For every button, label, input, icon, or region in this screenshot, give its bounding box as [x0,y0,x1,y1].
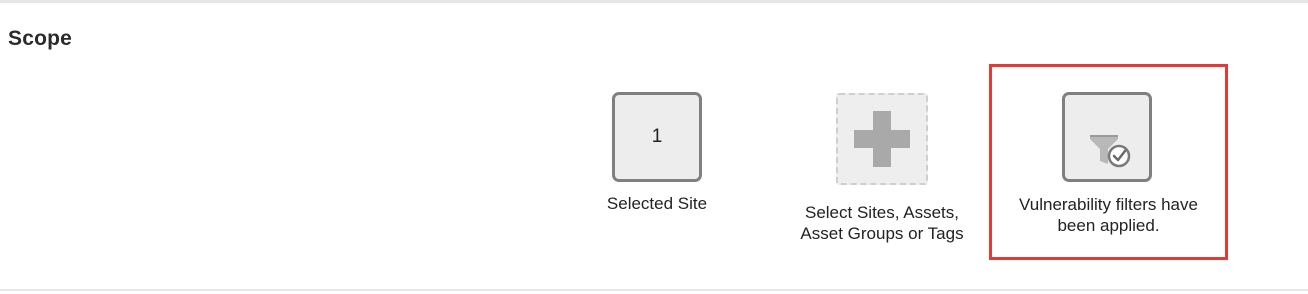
selected-site-label: Selected Site [582,193,732,214]
selected-site-tile[interactable]: 1 [612,92,702,182]
plus-icon [852,109,912,169]
select-scope-label-line2: Asset Groups or Tags [800,224,964,243]
bottom-divider [0,289,1308,291]
highlight-annotation-box [989,64,1228,260]
select-scope-tile[interactable] [836,93,928,185]
selected-site-count: 1 [651,126,663,147]
select-scope-label-line1: Select Sites, Assets, [804,203,959,222]
section-title: Scope [8,27,73,50]
select-scope-label[interactable]: Select Sites, Assets, Asset Groups or Ta… [772,202,992,244]
selected-site-label-text: Selected Site [606,194,708,213]
top-divider [0,0,1308,3]
